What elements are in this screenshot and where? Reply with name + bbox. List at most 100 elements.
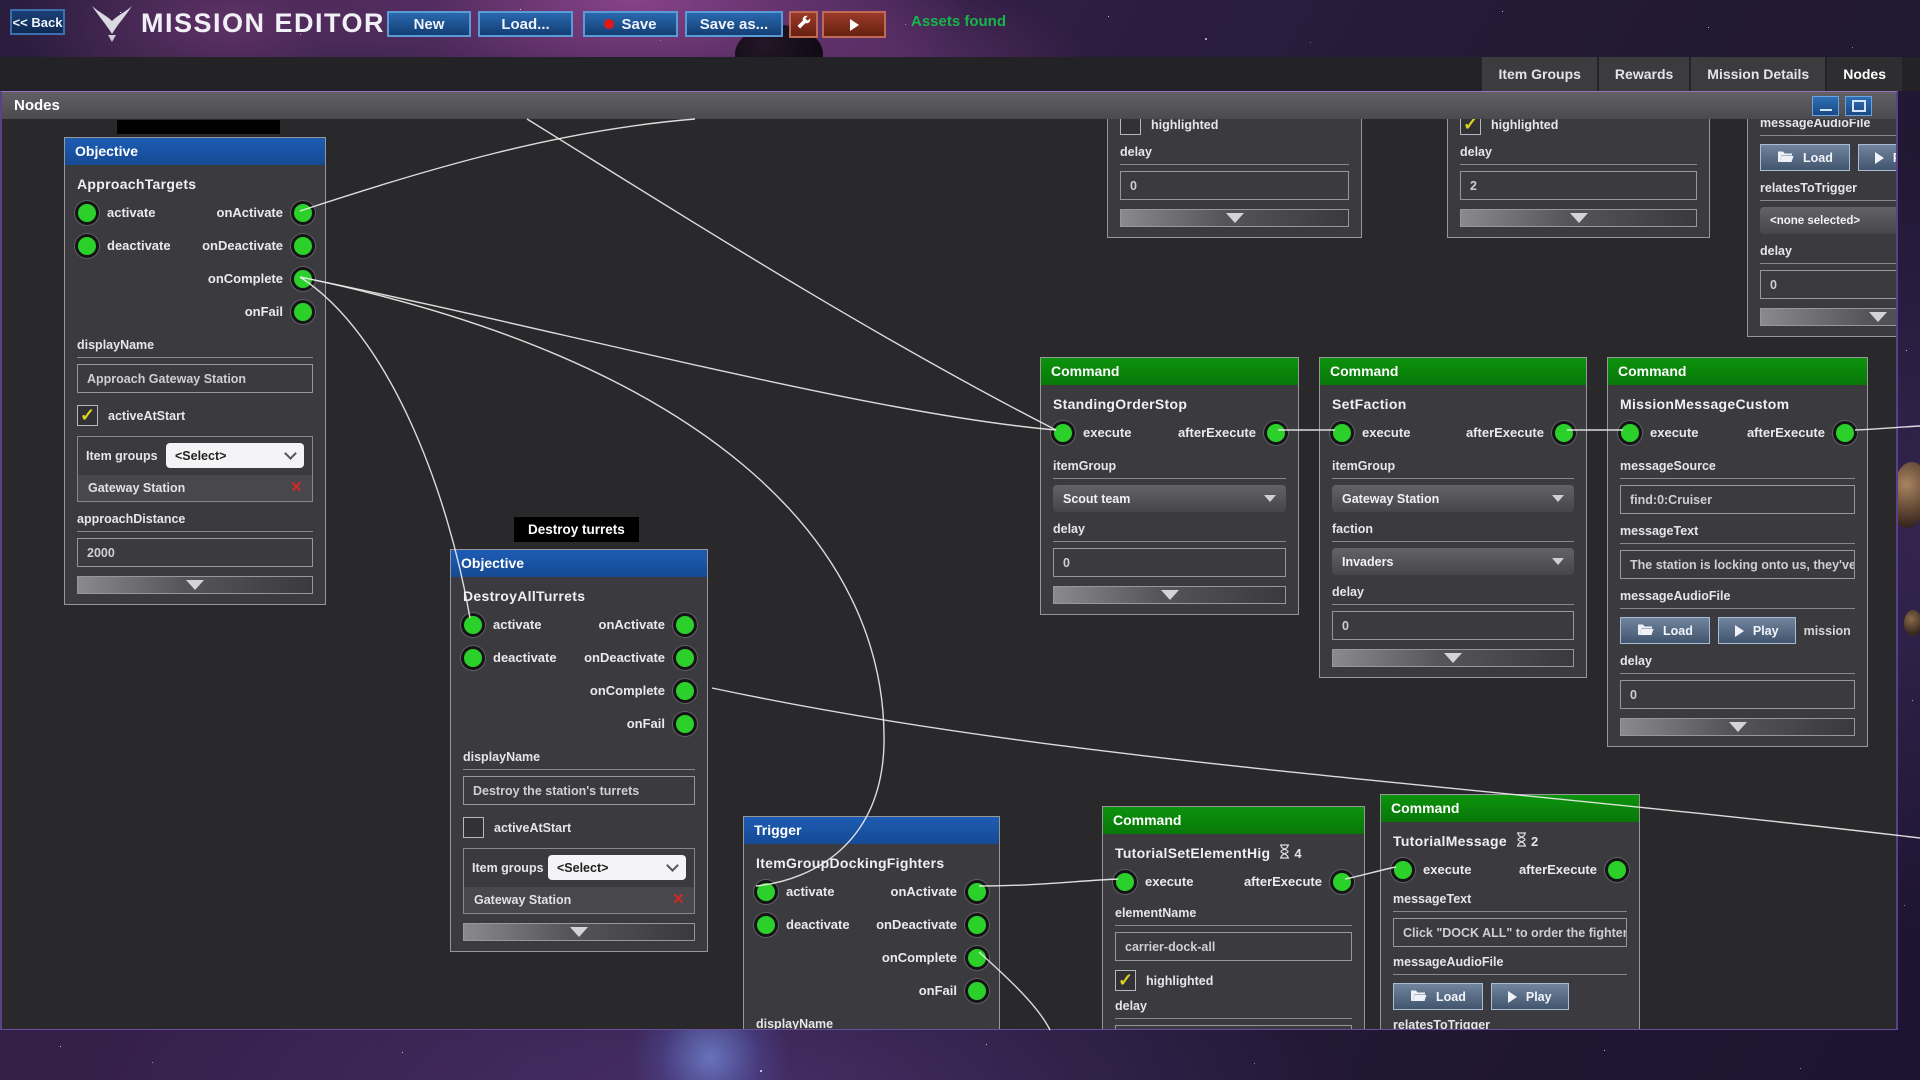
node-header[interactable]: Trigger — [744, 817, 999, 844]
port-dot-icon[interactable] — [291, 200, 315, 225]
back-button[interactable]: << Back — [10, 9, 65, 35]
node-header[interactable]: Command — [1320, 358, 1586, 385]
port-on-deactivate[interactable]: onDeactivate — [876, 908, 989, 941]
maximize-button[interactable] — [1845, 96, 1872, 116]
run-mission-button[interactable] — [822, 11, 886, 38]
message-text-input[interactable]: The station is locking onto us, they've … — [1620, 550, 1855, 579]
port-execute[interactable]: execute — [1113, 865, 1193, 898]
audio-load-button[interactable]: Load — [1760, 144, 1850, 171]
port-on-complete[interactable]: onComplete — [876, 941, 989, 974]
port-dot-icon[interactable] — [1264, 420, 1288, 445]
port-dot-icon[interactable] — [291, 299, 315, 324]
port-activate[interactable]: activate — [461, 608, 557, 641]
save-button[interactable]: Save — [583, 11, 678, 37]
port-dot-icon[interactable] — [673, 612, 697, 637]
node-header[interactable]: Command — [1041, 358, 1298, 385]
checkbox-unchecked[interactable] — [463, 817, 484, 838]
port-on-complete[interactable]: onComplete — [202, 262, 315, 295]
load-button[interactable]: Load... — [478, 11, 573, 37]
node-header[interactable]: Objective — [65, 138, 325, 165]
port-on-fail[interactable]: onFail — [584, 707, 697, 740]
port-dot-icon[interactable] — [673, 678, 697, 703]
port-after-execute[interactable]: afterExecute — [1466, 416, 1576, 449]
element-name-input[interactable]: carrier-dock-all — [1115, 932, 1352, 961]
port-dot-icon[interactable] — [1330, 869, 1354, 894]
collapse-slider[interactable] — [77, 576, 313, 594]
tools-button[interactable] — [789, 11, 818, 38]
port-dot-icon[interactable] — [1833, 420, 1857, 445]
port-execute[interactable]: execute — [1330, 416, 1410, 449]
remove-item-group-icon[interactable]: × — [291, 478, 302, 497]
delay-input[interactable]: 0 — [1120, 171, 1349, 200]
port-dot-icon[interactable] — [75, 200, 99, 225]
port-execute[interactable]: execute — [1051, 416, 1131, 449]
checkbox-checked[interactable]: ✓ — [77, 405, 98, 426]
tab-item-groups[interactable]: Item Groups — [1482, 57, 1597, 91]
port-dot-icon[interactable] — [965, 912, 989, 937]
node-command-tutorial-message[interactable]: Command TutorialMessage 2 execute afterE… — [1380, 794, 1640, 1029]
save-as-button[interactable]: Save as... — [685, 11, 783, 37]
display-name-input[interactable]: Destroy the station's turrets — [463, 776, 695, 805]
port-execute[interactable]: execute — [1618, 416, 1698, 449]
port-dot-icon[interactable] — [461, 645, 485, 670]
port-dot-icon[interactable] — [754, 912, 778, 937]
item-groups-select[interactable]: <Select> — [166, 443, 304, 468]
audio-play-button[interactable]: Play — [1717, 617, 1796, 644]
collapse-slider[interactable] — [1120, 209, 1349, 227]
collapse-slider[interactable] — [1620, 718, 1855, 736]
port-dot-icon[interactable] — [1330, 420, 1354, 445]
node-partial-top-left[interactable]: highlighted delay 0 — [1107, 119, 1362, 238]
port-dot-icon[interactable] — [673, 645, 697, 670]
node-header[interactable]: Objective — [451, 550, 707, 577]
audio-load-button[interactable]: Load — [1393, 983, 1483, 1010]
approach-distance-input[interactable]: 2000 — [77, 538, 313, 567]
port-dot-icon[interactable] — [1051, 420, 1075, 445]
display-name-input[interactable]: Approach Gateway Station — [77, 364, 313, 393]
collapse-slider[interactable] — [463, 923, 695, 941]
tab-nodes[interactable]: Nodes — [1827, 57, 1902, 91]
port-on-deactivate[interactable]: onDeactivate — [584, 641, 697, 674]
port-after-execute[interactable]: afterExecute — [1244, 865, 1354, 898]
port-dot-icon[interactable] — [965, 879, 989, 904]
tab-rewards[interactable]: Rewards — [1598, 57, 1690, 91]
delay-input[interactable]: 4 — [1115, 1025, 1352, 1029]
collapse-slider[interactable] — [1460, 209, 1697, 227]
node-trigger-item-group-docking-fighters[interactable]: Trigger ItemGroupDockingFighters activat… — [743, 816, 1000, 1029]
audio-play-button[interactable]: Play — [1857, 144, 1896, 171]
port-deactivate[interactable]: deactivate — [75, 229, 171, 262]
port-dot-icon[interactable] — [291, 233, 315, 258]
port-dot-icon[interactable] — [1605, 857, 1629, 882]
collapse-slider[interactable] — [1053, 586, 1286, 604]
port-dot-icon[interactable] — [673, 711, 697, 736]
tab-mission-details[interactable]: Mission Details — [1691, 57, 1826, 91]
port-activate[interactable]: activate — [754, 875, 850, 908]
port-dot-icon[interactable] — [1113, 869, 1137, 894]
port-dot-icon[interactable] — [291, 266, 315, 291]
port-dot-icon[interactable] — [754, 879, 778, 904]
port-dot-icon[interactable] — [965, 978, 989, 1003]
port-after-execute[interactable]: afterExecute — [1747, 416, 1857, 449]
port-after-execute[interactable]: afterExecute — [1178, 416, 1288, 449]
node-partial-right-edge[interactable]: messageAudioFile Load Play relatesToTrig… — [1747, 119, 1896, 337]
relates-to-trigger-dropdown[interactable]: <none selected> — [1760, 207, 1896, 234]
node-header[interactable]: Command — [1381, 795, 1639, 822]
port-deactivate[interactable]: deactivate — [461, 641, 557, 674]
item-groups-select[interactable]: <Select> — [548, 855, 686, 880]
delay-input[interactable]: 2 — [1460, 171, 1697, 200]
port-on-activate[interactable]: onActivate — [202, 196, 315, 229]
port-dot-icon[interactable] — [1391, 857, 1415, 882]
node-header[interactable]: Command — [1103, 807, 1364, 834]
new-button[interactable]: New — [387, 11, 471, 37]
node-command-tutorial-set-element-highlight[interactable]: Command TutorialSetElementHig 4 execute … — [1102, 806, 1365, 1029]
node-command-standing-order-stop[interactable]: Command StandingOrderStop execute afterE… — [1040, 357, 1299, 615]
delay-input[interactable]: 0 — [1053, 548, 1286, 577]
node-header[interactable]: Command — [1608, 358, 1867, 385]
node-command-mission-message-custom[interactable]: Command MissionMessageCustom execute aft… — [1607, 357, 1868, 747]
message-source-input[interactable]: find:0:Cruiser — [1620, 485, 1855, 514]
remove-item-group-icon[interactable]: × — [673, 890, 684, 909]
port-on-activate[interactable]: onActivate — [584, 608, 697, 641]
item-group-dropdown[interactable]: Scout team — [1053, 485, 1286, 512]
collapse-slider[interactable] — [1760, 308, 1896, 326]
checkbox-unchecked[interactable] — [1120, 119, 1141, 135]
delay-input[interactable]: 0 — [1760, 270, 1896, 299]
